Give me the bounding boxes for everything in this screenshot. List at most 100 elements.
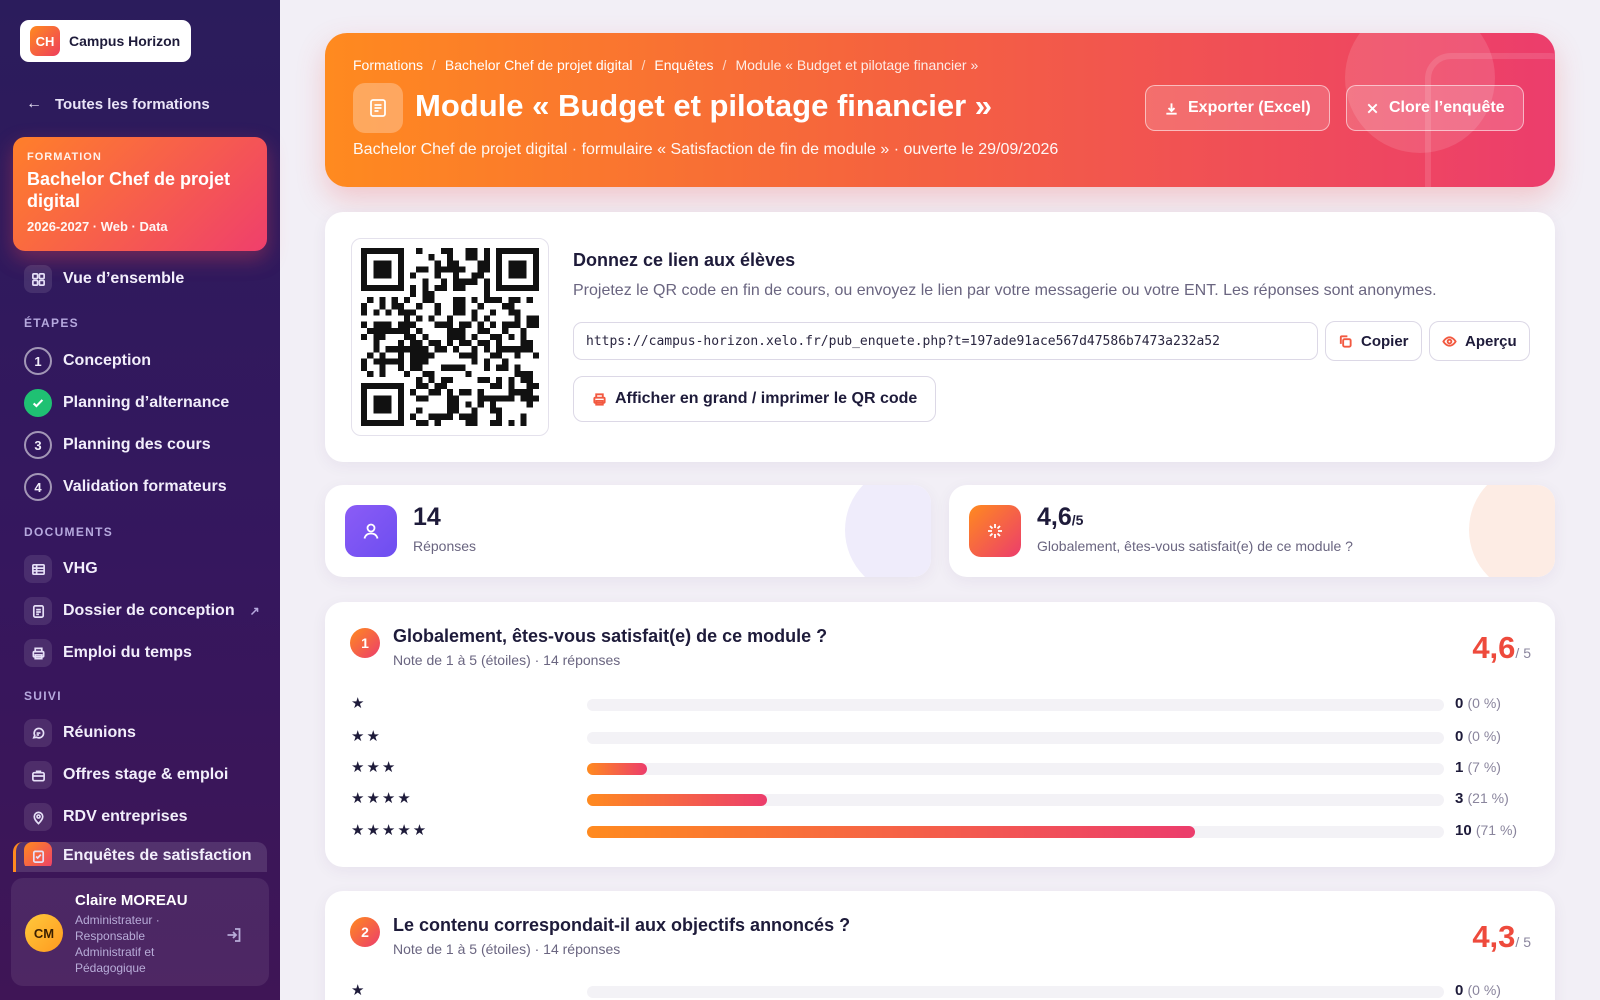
star-rating-label: ★★★★★ <box>351 822 429 839</box>
breadcrumb-item[interactable]: Formations <box>353 57 423 73</box>
sidebar-item-label: Emploi du temps <box>63 644 192 661</box>
user-name: Claire MOREAU <box>75 892 188 909</box>
rating-bar-track <box>587 699 1444 711</box>
grid-icon <box>24 265 52 293</box>
stat-value: 4,6/5 <box>1037 503 1084 531</box>
question-number-badge: 2 <box>350 917 380 947</box>
section-heading-steps: ÉTAPES <box>24 316 79 330</box>
survey-link-input[interactable] <box>573 322 1318 360</box>
question-card: 1 Globalement, êtes-vous satisfait(e) de… <box>325 602 1555 867</box>
sidebar-item-label: Planning d’alternance <box>63 394 230 411</box>
sidebar-item-overview[interactable]: Vue d’ensemble <box>24 264 184 294</box>
document-icon <box>24 597 52 625</box>
question-average: 4,6/ 5 <box>1472 630 1531 665</box>
rating-bar-fill <box>587 763 647 775</box>
rating-row: ★★ 0 (0 %) <box>351 727 1501 747</box>
copy-label: Copier <box>1361 332 1409 350</box>
sidebar-item-label: Vue d’ensemble <box>63 270 185 287</box>
sidebar-item-label: Enquêtes de satisfaction <box>63 847 252 864</box>
rating-bar-track <box>587 794 1444 806</box>
star-rating-label: ★ <box>351 695 367 712</box>
sidebar-item-vhg[interactable]: VHG <box>24 554 98 584</box>
sidebar-item-reunions[interactable]: Réunions <box>24 718 136 748</box>
breadcrumb-separator: / <box>432 57 436 73</box>
printer-icon <box>24 639 52 667</box>
page-title: Module « Budget et pilotage financier » <box>415 88 993 123</box>
brand-name: Campus Horizon <box>69 33 181 49</box>
rating-bar-fill <box>587 826 1196 838</box>
rating-row: ★ 0 (0 %) <box>351 981 1501 1000</box>
rating-count: 0 (0 %) <box>1455 728 1501 745</box>
external-link-icon: ↗ <box>249 604 260 618</box>
share-description: Projetez le QR code en fin de cours, ou … <box>573 282 1437 299</box>
sidebar-item-offres-stage[interactable]: Offres stage & emploi <box>24 760 228 790</box>
section-heading-documents: DOCUMENTS <box>24 525 114 539</box>
question-average: 4,3/ 5 <box>1472 919 1531 954</box>
question-title: Le contenu correspondait-il aux objectif… <box>393 915 851 935</box>
preview-button[interactable]: Aperçu <box>1429 321 1530 361</box>
breadcrumb-item[interactable]: Bachelor Chef de projet digital <box>445 57 633 73</box>
rating-row: ★ 0 (0 %) <box>351 694 1501 714</box>
sidebar-item-enquetes[interactable]: Enquêtes de satisfaction <box>24 842 252 866</box>
rating-bar-track <box>587 986 1444 998</box>
question-title: Globalement, êtes-vous satisfait(e) de c… <box>393 626 828 646</box>
breadcrumb-separator: / <box>722 57 727 73</box>
question-subtitle: Note de 1 à 5 (étoiles) · 14 réponses <box>393 941 621 957</box>
sidebar-item-validation-formateurs[interactable]: 4 Validation formateurs <box>24 472 227 502</box>
sidebar-item-label: VHG <box>63 560 98 577</box>
share-title: Donnez ce lien aux élèves <box>573 250 796 270</box>
stat-card-responses: 14 Réponses <box>325 485 931 577</box>
copy-icon <box>1339 334 1352 348</box>
sidebar-item-rdv-entreprises[interactable]: RDV entreprises <box>24 802 188 832</box>
sidebar-item-emploi-du-temps[interactable]: Emploi du temps <box>24 638 192 668</box>
arrow-left-icon: ← <box>26 95 42 112</box>
sidebar-item-dossier-conception[interactable]: Dossier de conception ↗ <box>24 596 260 626</box>
user-role: Administrateur · Responsable Administrat… <box>75 913 160 975</box>
stat-label: Réponses <box>413 538 477 554</box>
sidebar-item-planning-alternance[interactable]: Planning d’alternance <box>24 388 229 418</box>
copy-link-button[interactable]: Copier <box>1325 321 1422 361</box>
formation-card[interactable]: FORMATION Bachelor Chef de projet digita… <box>13 137 267 251</box>
sidebar-item-label: Dossier de conception <box>63 602 235 619</box>
stat-decoration <box>845 485 931 577</box>
avatar[interactable]: CM <box>25 914 63 952</box>
eye-icon <box>1442 335 1457 347</box>
close-survey-button[interactable]: Clore l’enquête <box>1346 85 1524 131</box>
step-number-badge: 1 <box>24 347 52 375</box>
print-qr-button[interactable]: Afficher en grand / imprimer le QR code <box>573 376 937 422</box>
back-to-formations-link[interactable]: ← Toutes les formations <box>26 95 210 113</box>
sidebar-item-label: Conception <box>63 352 151 369</box>
close-icon <box>1367 103 1378 113</box>
star-rating-label: ★ <box>351 982 367 999</box>
printer-icon <box>593 392 606 406</box>
qr-code-image <box>361 248 539 426</box>
check-icon <box>24 389 52 417</box>
rating-bar-track <box>587 732 1444 744</box>
star-rating-label: ★★ <box>351 728 382 745</box>
breadcrumb-current: Module « Budget et pilotage financier » <box>735 57 979 73</box>
rating-row: ★★★★★ 10 (71 %) <box>351 821 1517 841</box>
question-number-badge: 1 <box>350 628 380 658</box>
logout-icon[interactable] <box>225 926 243 944</box>
sidebar-item-label: Validation formateurs <box>63 478 227 495</box>
rating-count: 0 (0 %) <box>1455 982 1501 999</box>
brand[interactable]: CH Campus Horizon <box>20 20 191 62</box>
question-subtitle: Note de 1 à 5 (étoiles) · 14 réponses <box>393 652 621 668</box>
breadcrumb: Formations / Bachelor Chef de projet dig… <box>353 57 978 73</box>
share-link-card: Donnez ce lien aux élèves Projetez le QR… <box>325 212 1555 462</box>
sidebar-item-planning-cours[interactable]: 3 Planning des cours <box>24 430 211 460</box>
formation-card-label: FORMATION <box>27 151 102 163</box>
sidebar: CH Campus Horizon ← Toutes les formation… <box>0 0 280 1000</box>
qr-code[interactable] <box>351 238 549 436</box>
export-excel-button[interactable]: Exporter (Excel) <box>1145 85 1330 131</box>
rating-bar-track <box>587 826 1444 838</box>
survey-icon <box>24 842 52 866</box>
step-number-badge: 4 <box>24 473 52 501</box>
rating-count: 3 (21 %) <box>1455 790 1509 807</box>
step-number-badge: 3 <box>24 431 52 459</box>
sidebar-item-conception[interactable]: 1 Conception <box>24 346 151 376</box>
breadcrumb-item[interactable]: Enquêtes <box>654 57 713 73</box>
formation-card-title: Bachelor Chef de projet digital <box>27 169 231 211</box>
rating-count: 1 (7 %) <box>1455 759 1501 776</box>
download-icon <box>1166 102 1177 115</box>
